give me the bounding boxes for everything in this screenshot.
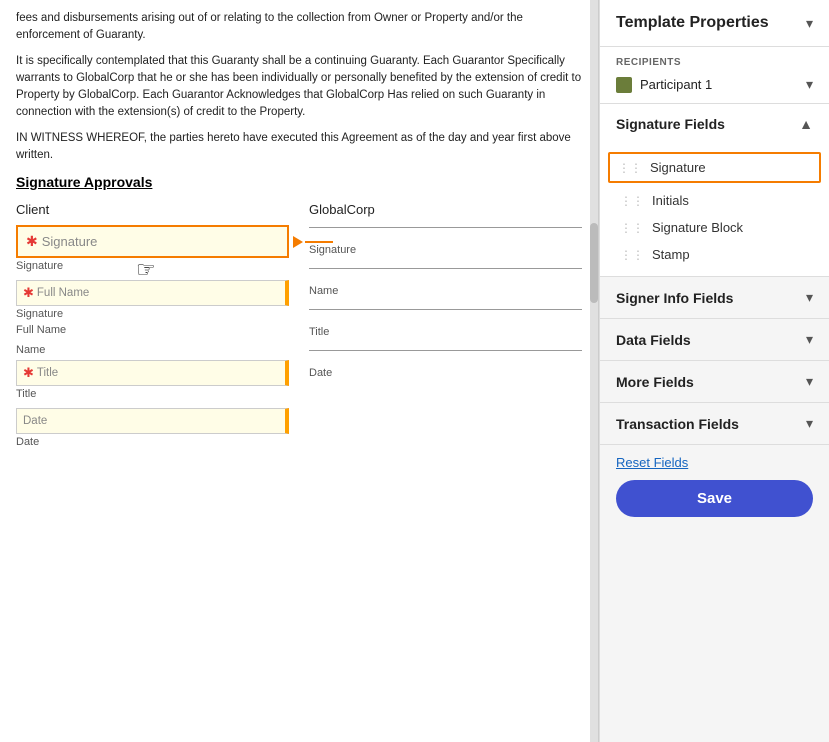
recipient-color-swatch [616,77,632,93]
globalcorp-column: GlobalCorp Signature Name Title Date [309,202,582,456]
signature-fields-content: ⋮⋮ Signature ⋮⋮ Initials ⋮⋮ Signature Bl… [600,144,829,276]
sig-item-signature-block[interactable]: ⋮⋮ Signature Block [600,214,829,241]
signature-highlight-field[interactable]: ✱ Signature [16,225,289,258]
fullname-field-group: ✱ Full Name Signature Full Name [16,280,289,336]
data-fields-chevron[interactable]: ▾ [806,331,813,348]
date-field-group: Date Date [16,408,289,448]
name-field-group: Name ✱ Title Title [16,344,289,400]
panel-header: Template Properties ▾ [600,0,829,47]
panel-footer: Reset Fields Save [600,445,829,531]
date-placeholder: Date [23,415,47,427]
recipients-label: RECIPIENTS [616,57,813,68]
transaction-fields-panel: Transaction Fields ▾ [600,403,829,445]
transaction-fields-chevron[interactable]: ▾ [806,415,813,432]
more-fields-chevron[interactable]: ▾ [806,373,813,390]
title-label: Title [16,388,289,400]
client-col-header: Client [16,202,289,217]
panel-chevron-icon[interactable]: ▾ [806,15,813,32]
arrow-connector [293,236,333,248]
drag-handle-initials: ⋮⋮ [620,194,644,208]
signature-fields-title: Signature Fields [616,116,725,132]
sig-field-label: Signature [16,260,289,272]
date-label: Date [16,436,289,448]
right-date-label: Date [309,367,582,379]
right-col-fields: Signature Name Title Date [309,225,582,379]
signature-field-wrapper: ✱ Signature ☞ [16,225,289,258]
sig-label-signature: Signature [650,160,706,175]
transaction-fields-title: Transaction Fields [616,416,739,432]
recipient-chevron-icon[interactable]: ▾ [806,76,813,93]
save-button[interactable]: Save [616,480,813,517]
drag-handle-signature-block: ⋮⋮ [620,221,644,235]
recipient-name: Participant 1 [640,77,712,92]
title-field[interactable]: ✱ Title [16,360,289,386]
client-column: Client ✱ Signature ☞ Si [16,202,289,456]
more-fields-panel: More Fields ▾ [600,361,829,403]
scroll-thumb[interactable] [590,223,598,303]
asterisk-icon: ✱ [26,233,38,250]
signature-field-group: ✱ Signature ☞ Signature [16,225,289,272]
right-sig-field [309,225,582,228]
data-fields-title: Data Fields [616,332,691,348]
right-sig-label: Signature [309,244,582,256]
recipients-section: RECIPIENTS Participant 1 ▾ [600,47,829,104]
globalcorp-col-header: GlobalCorp [309,202,582,217]
right-title-label: Title [309,326,582,338]
signature-fields-header[interactable]: Signature Fields ▲ [600,104,829,144]
sig-label-stamp: Stamp [652,247,690,262]
data-fields-header[interactable]: Data Fields ▾ [600,319,829,360]
transaction-fields-header[interactable]: Transaction Fields ▾ [600,403,829,444]
fullname-sub-label: Full Name [16,324,289,336]
signature-columns: Client ✱ Signature ☞ Si [16,202,582,456]
section-title: Signature Approvals [16,174,582,190]
sig-item-stamp[interactable]: ⋮⋮ Stamp [600,241,829,268]
sig-item-signature-active[interactable]: ⋮⋮ Signature [608,152,821,183]
recipient-row[interactable]: Participant 1 ▾ [616,76,813,93]
signer-info-chevron[interactable]: ▾ [806,289,813,306]
signature-placeholder: Signature [42,234,98,249]
drag-handle-signature: ⋮⋮ [618,161,642,175]
right-date-field [309,348,582,351]
doc-paragraph-1: fees and disbursements arising out of or… [16,10,582,164]
signature-fields-panel: Signature Fields ▲ ⋮⋮ Signature ⋮⋮ Initi… [600,104,829,277]
reset-fields-link[interactable]: Reset Fields [616,455,813,470]
signer-info-header[interactable]: Signer Info Fields ▾ [600,277,829,318]
name-label: Name [16,344,289,356]
signature-fields-chevron[interactable]: ▲ [799,116,813,132]
signer-info-title: Signer Info Fields [616,290,733,306]
date-field[interactable]: Date [16,408,289,434]
recipient-info: Participant 1 [616,77,712,93]
drag-handle-stamp: ⋮⋮ [620,248,644,262]
right-name-field [309,266,582,269]
sig-label-signature-block: Signature Block [652,220,743,235]
fullname-label: Signature [16,308,289,320]
scroll-bar[interactable] [590,0,598,742]
document-area: fees and disbursements arising out of or… [0,0,599,742]
title-asterisk: ✱ [23,365,34,381]
sig-label-initials: Initials [652,193,689,208]
right-name-label: Name [309,285,582,297]
title-placeholder: Title [37,367,58,379]
data-fields-panel: Data Fields ▾ [600,319,829,361]
sig-item-initials[interactable]: ⋮⋮ Initials [600,187,829,214]
more-fields-header[interactable]: More Fields ▾ [600,361,829,402]
panel-title: Template Properties [616,14,769,32]
more-fields-title: More Fields [616,374,694,390]
fullname-asterisk: ✱ [23,285,34,301]
right-panel: Template Properties ▾ RECIPIENTS Partici… [599,0,829,742]
fullname-placeholder: Full Name [37,287,89,299]
fullname-field[interactable]: ✱ Full Name [16,280,289,306]
signer-info-panel: Signer Info Fields ▾ [600,277,829,319]
right-title-field [309,307,582,310]
